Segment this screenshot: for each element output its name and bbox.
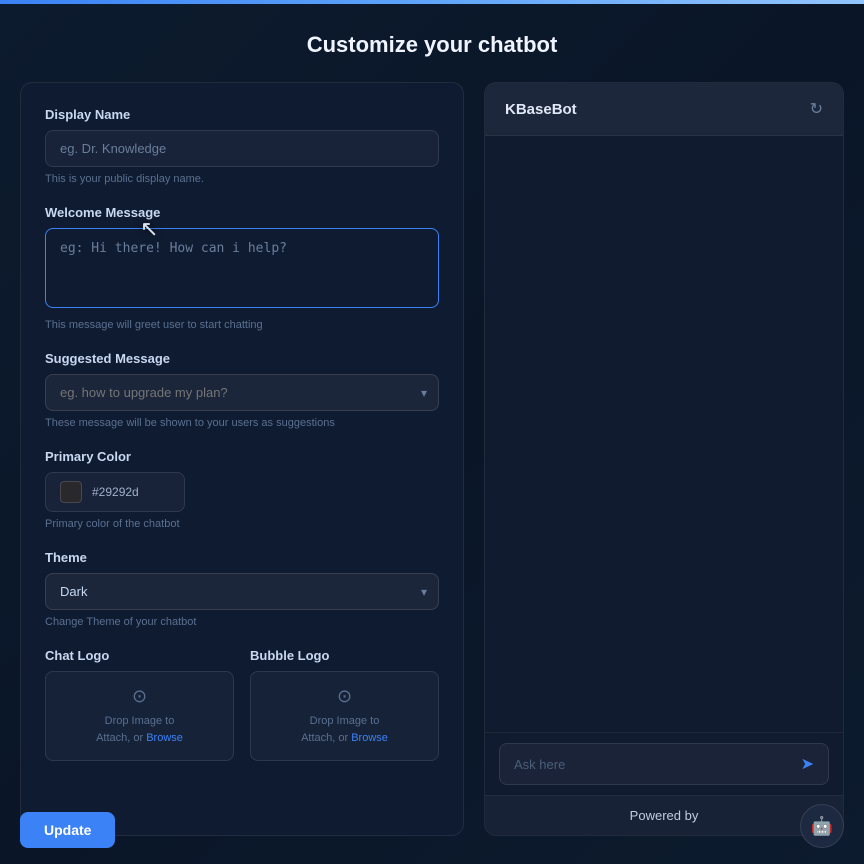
theme-hint: Change Theme of your chatbot xyxy=(45,616,439,628)
bubble-logo-group: Bubble Logo ⊙ Drop Image toAttach, or Br… xyxy=(250,648,439,761)
chat-logo-label: Chat Logo xyxy=(45,648,234,663)
suggested-message-input[interactable] xyxy=(45,374,439,411)
welcome-message-group: Welcome Message This message will greet … xyxy=(45,205,439,331)
chatbot-body xyxy=(485,136,843,732)
main-layout: Display Name This is your public display… xyxy=(0,82,864,856)
chat-input-row: ➤ xyxy=(499,743,829,785)
bubble-logo-text: Drop Image toAttach, or Browse xyxy=(301,713,388,746)
color-value: #29292d xyxy=(92,485,139,499)
fab-icon: 🤖 xyxy=(811,816,833,837)
upload-icon-chat: ⊙ xyxy=(132,686,147,707)
primary-color-group: Primary Color #29292d Primary color of t… xyxy=(45,449,439,530)
top-bar xyxy=(0,0,864,4)
chat-ask-input[interactable] xyxy=(514,757,801,772)
suggested-message-group: Suggested Message ▾ These message will b… xyxy=(45,351,439,429)
upload-icon-bubble: ⊙ xyxy=(337,686,352,707)
chatbot-preview: KBaseBot ↻ ➤ Powered by xyxy=(484,82,844,836)
color-swatch xyxy=(60,481,82,503)
theme-select-wrapper: Dark Light ▾ xyxy=(45,573,439,610)
chat-logo-text: Drop Image toAttach, or Browse xyxy=(96,713,183,746)
welcome-message-label: Welcome Message xyxy=(45,205,439,220)
theme-group: Theme Dark Light ▾ Change Theme of your … xyxy=(45,550,439,628)
chat-logo-group: Chat Logo ⊙ Drop Image toAttach, or Brow… xyxy=(45,648,234,761)
display-name-input[interactable] xyxy=(45,130,439,167)
display-name-label: Display Name xyxy=(45,107,439,122)
chat-logo-browse[interactable]: Browse xyxy=(146,732,183,744)
bubble-logo-upload[interactable]: ⊙ Drop Image toAttach, or Browse xyxy=(250,671,439,761)
display-name-group: Display Name This is your public display… xyxy=(45,107,439,185)
welcome-message-input[interactable] xyxy=(45,228,439,308)
display-name-hint: This is your public display name. xyxy=(45,173,439,185)
primary-color-hint: Primary color of the chatbot xyxy=(45,518,439,530)
left-panel: Display Name This is your public display… xyxy=(20,82,464,836)
theme-select[interactable]: Dark Light xyxy=(45,573,439,610)
chatbot-footer: ➤ xyxy=(485,732,843,795)
send-icon[interactable]: ➤ xyxy=(801,754,814,774)
chat-logo-upload[interactable]: ⊙ Drop Image toAttach, or Browse xyxy=(45,671,234,761)
powered-by: Powered by xyxy=(485,795,843,835)
suggested-message-label: Suggested Message xyxy=(45,351,439,366)
color-row[interactable]: #29292d xyxy=(45,472,185,512)
page-title: Customize your chatbot xyxy=(0,0,864,82)
bubble-logo-label: Bubble Logo xyxy=(250,648,439,663)
update-button[interactable]: Update xyxy=(20,812,115,848)
suggested-message-hint: These message will be shown to your user… xyxy=(45,417,439,429)
chatbot-fab[interactable]: 🤖 xyxy=(800,804,844,848)
logo-row: Chat Logo ⊙ Drop Image toAttach, or Brow… xyxy=(45,648,439,761)
chatbot-title: KBaseBot xyxy=(505,101,577,118)
refresh-icon[interactable]: ↻ xyxy=(810,99,823,119)
primary-color-label: Primary Color xyxy=(45,449,439,464)
bubble-logo-browse[interactable]: Browse xyxy=(351,732,388,744)
welcome-message-hint: This message will greet user to start ch… xyxy=(45,319,439,331)
theme-label: Theme xyxy=(45,550,439,565)
right-panel: KBaseBot ↻ ➤ Powered by xyxy=(484,82,844,836)
suggested-message-wrapper: ▾ xyxy=(45,374,439,411)
chatbot-header: KBaseBot ↻ xyxy=(485,83,843,136)
